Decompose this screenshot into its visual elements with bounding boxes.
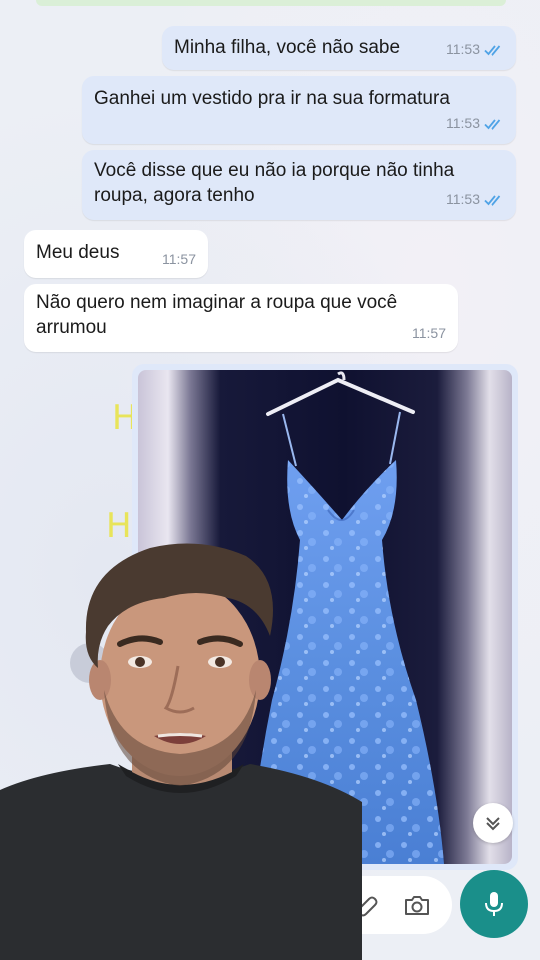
message-meta: 11:53 [446,187,504,212]
double-check-icon [484,194,501,206]
message-text: Não quero nem imaginar a roupa que você … [36,292,398,338]
message-meta: 11:53 [446,37,504,62]
previous-message-edge [36,0,506,6]
message-bubble-incoming[interactable]: Não quero nem imaginar a roupa que você … [24,284,458,352]
message-bubble-outgoing[interactable]: Minha filha, você não sabe 11:53 [162,26,516,70]
message-meta: 11:57 [162,247,196,272]
message-time: 11:53 [446,41,480,57]
message-time: 11:53 [446,191,480,207]
presenter-face-overlay [0,543,362,960]
camera-button[interactable] [400,888,434,922]
message-time: 11:57 [162,251,196,267]
message-meta: 11:57 [412,321,446,346]
message-time: 11:57 [412,325,446,341]
double-check-icon [484,118,501,130]
voice-record-button[interactable] [460,870,528,938]
microphone-icon [485,892,503,916]
double-chevron-down-icon [486,817,500,831]
camera-icon [405,896,429,915]
message-meta: 11:53 [446,111,504,136]
double-check-icon [484,44,501,56]
message-text: Ganhei um vestido pra ir na sua formatur… [94,88,450,109]
message-bubble-outgoing[interactable]: Ganhei um vestido pra ir na sua formatur… [82,76,516,144]
message-bubble-outgoing[interactable]: Você disse que eu não ia porque não tinh… [82,150,516,220]
scroll-to-bottom-button[interactable] [473,803,513,843]
message-bubble-incoming[interactable]: Meu deus 11:57 [24,230,208,278]
message-text: Você disse que eu não ia porque não tinh… [94,160,455,206]
message-time: 11:53 [446,115,480,131]
